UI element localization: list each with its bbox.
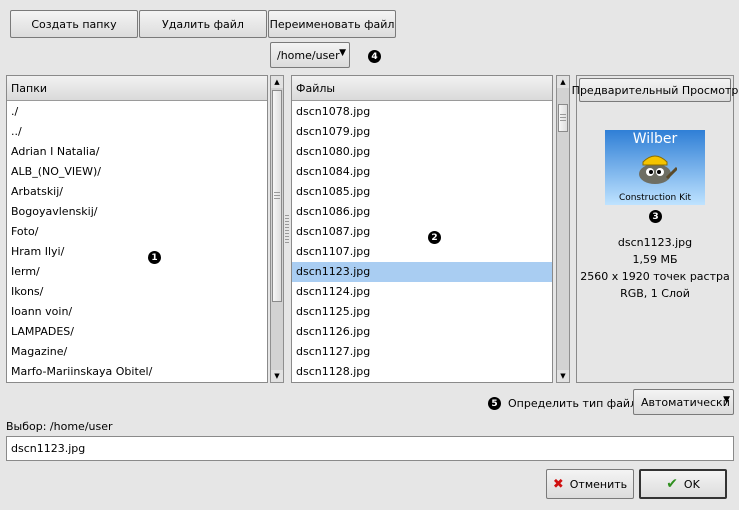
- cancel-button-label: Отменить: [569, 477, 628, 491]
- folder-list-item[interactable]: Magazine/: [7, 342, 267, 362]
- cancel-button[interactable]: ✖ Отменить: [546, 469, 634, 499]
- grip-icon: [274, 192, 280, 200]
- folder-list-item[interactable]: Foto/: [7, 222, 267, 242]
- scroll-up-icon[interactable]: ▲: [271, 76, 283, 88]
- files-scrollbar[interactable]: ▲ ▼: [556, 75, 570, 383]
- file-list-item[interactable]: dscn1085.jpg: [292, 182, 552, 202]
- folder-list-item[interactable]: Ioann voin/: [7, 302, 267, 322]
- file-list-item[interactable]: dscn1087.jpg: [292, 222, 552, 242]
- folder-list-item[interactable]: LAMPADES/: [7, 322, 267, 342]
- file-list-item[interactable]: dscn1079.jpg: [292, 122, 552, 142]
- delete-file-label: Удалить файл: [162, 17, 244, 31]
- folders-scroll-thumb[interactable]: [272, 90, 282, 302]
- close-icon: ✖: [552, 476, 564, 492]
- folder-list-item[interactable]: ../: [7, 122, 267, 142]
- filetype-label: Определить тип файла:: [508, 397, 648, 410]
- scroll-down-icon[interactable]: ▼: [271, 370, 283, 382]
- rename-file-label: Переименовать файл: [269, 17, 395, 31]
- folder-list-item[interactable]: ALB_(NO_VIEW)/: [7, 162, 267, 182]
- grip-icon: [560, 114, 566, 122]
- file-list-item[interactable]: dscn1124.jpg: [292, 282, 552, 302]
- preview-thumbnail: Wilber Construction Kit: [605, 130, 705, 205]
- file-list-item[interactable]: dscn1107.jpg: [292, 242, 552, 262]
- folders-column-header[interactable]: Папки: [7, 76, 267, 101]
- preview-button-label: Предварительный Просмотр: [571, 83, 739, 97]
- file-list-item[interactable]: dscn1127.jpg: [292, 342, 552, 362]
- folder-list-item[interactable]: Bogoyavlenskij/: [7, 202, 267, 222]
- preview-filename: dscn1123.jpg: [617, 236, 693, 249]
- file-list-item[interactable]: dscn1084.jpg: [292, 162, 552, 182]
- files-column-header[interactable]: Файлы: [292, 76, 552, 101]
- rename-file-button[interactable]: Переименовать файл: [268, 10, 396, 38]
- file-list-item[interactable]: dscn1125.jpg: [292, 302, 552, 322]
- chevron-down-icon: ▼: [339, 48, 346, 58]
- ok-button-label: OK: [683, 477, 700, 491]
- folders-header-label: Папки: [11, 81, 47, 95]
- selection-label: Выбор: /home/user: [6, 420, 113, 433]
- preview-pane: Предварительный Просмотр Wilber Construc…: [572, 75, 738, 383]
- file-list-item[interactable]: dscn1128.jpg: [292, 362, 552, 382]
- files-list: dscn1078.jpg dscn1079.jpg dscn1080.jpg dscn…: [292, 102, 552, 382]
- thumbnail-caption: Construction Kit: [618, 193, 692, 203]
- folders-scrollbar[interactable]: ▲ ▼: [270, 75, 284, 383]
- files-header-label: Файлы: [296, 81, 336, 95]
- file-list-item[interactable]: dscn1080.jpg: [292, 142, 552, 162]
- pane-resize-handle[interactable]: [285, 215, 289, 245]
- files-scroll-thumb[interactable]: [558, 104, 568, 132]
- preview-button[interactable]: Предварительный Просмотр: [572, 78, 738, 102]
- thumbnail-title: Wilber: [632, 131, 678, 147]
- file-list-item[interactable]: dscn1126.jpg: [292, 322, 552, 342]
- scroll-down-icon[interactable]: ▼: [557, 370, 569, 382]
- scroll-up-icon[interactable]: ▲: [557, 76, 569, 88]
- folder-list-item[interactable]: Arbatskij/: [7, 182, 267, 202]
- folder-list-item[interactable]: Hram Ilyi/: [7, 242, 267, 262]
- preview-mode: RGB, 1 Слой: [620, 287, 690, 300]
- callout-three: 3: [649, 210, 662, 223]
- filetype-dropdown[interactable]: Автоматически ▼: [633, 389, 734, 415]
- files-pane: Файлы dscn1078.jpg dscn1079.jpg dscn1080.j…: [291, 75, 553, 383]
- callout-five: 5: [488, 397, 501, 410]
- folder-list-item[interactable]: Ierm/: [7, 262, 267, 282]
- folder-list-item[interactable]: Marfo-Mariinskaya Obitel/: [7, 362, 267, 382]
- callout-four: 4: [368, 50, 381, 63]
- create-folder-button[interactable]: Создать папку: [10, 10, 138, 38]
- selection-input[interactable]: dscn1123.jpg: [6, 436, 734, 461]
- chevron-down-icon: ▼: [723, 395, 730, 405]
- path-dropdown[interactable]: /home/user ▼: [270, 42, 350, 68]
- folders-pane: Папки ./../Adrian I Natalia/ALB_(NO_VIEW…: [6, 75, 268, 383]
- checkmark-icon: ✔: [666, 476, 678, 492]
- create-folder-label: Создать папку: [31, 17, 117, 31]
- folder-list-item[interactable]: Adrian I Natalia/: [7, 142, 267, 162]
- delete-file-button[interactable]: Удалить файл: [139, 10, 267, 38]
- folder-list-item[interactable]: ./: [7, 102, 267, 122]
- folders-list: ./../Adrian I Natalia/ALB_(NO_VIEW)/Arba…: [7, 102, 267, 382]
- preview-dimensions: 2560 x 1920 точек растра: [580, 270, 730, 283]
- file-list-item[interactable]: dscn1086.jpg: [292, 202, 552, 222]
- file-list-item[interactable]: dscn1123.jpg: [292, 262, 552, 282]
- folder-list-item[interactable]: Ikons/: [7, 282, 267, 302]
- wilber-mascot-icon: [633, 148, 679, 186]
- preview-size: 1,59 МБ: [632, 253, 678, 266]
- file-list-item[interactable]: dscn1078.jpg: [292, 102, 552, 122]
- callout-one: 1: [148, 251, 161, 264]
- filetype-dropdown-value: Автоматически: [641, 395, 730, 409]
- callout-two: 2: [428, 231, 441, 244]
- selection-input-value: dscn1123.jpg: [11, 442, 86, 455]
- path-dropdown-value: /home/user: [277, 48, 340, 62]
- ok-button[interactable]: ✔ OK: [639, 469, 727, 499]
